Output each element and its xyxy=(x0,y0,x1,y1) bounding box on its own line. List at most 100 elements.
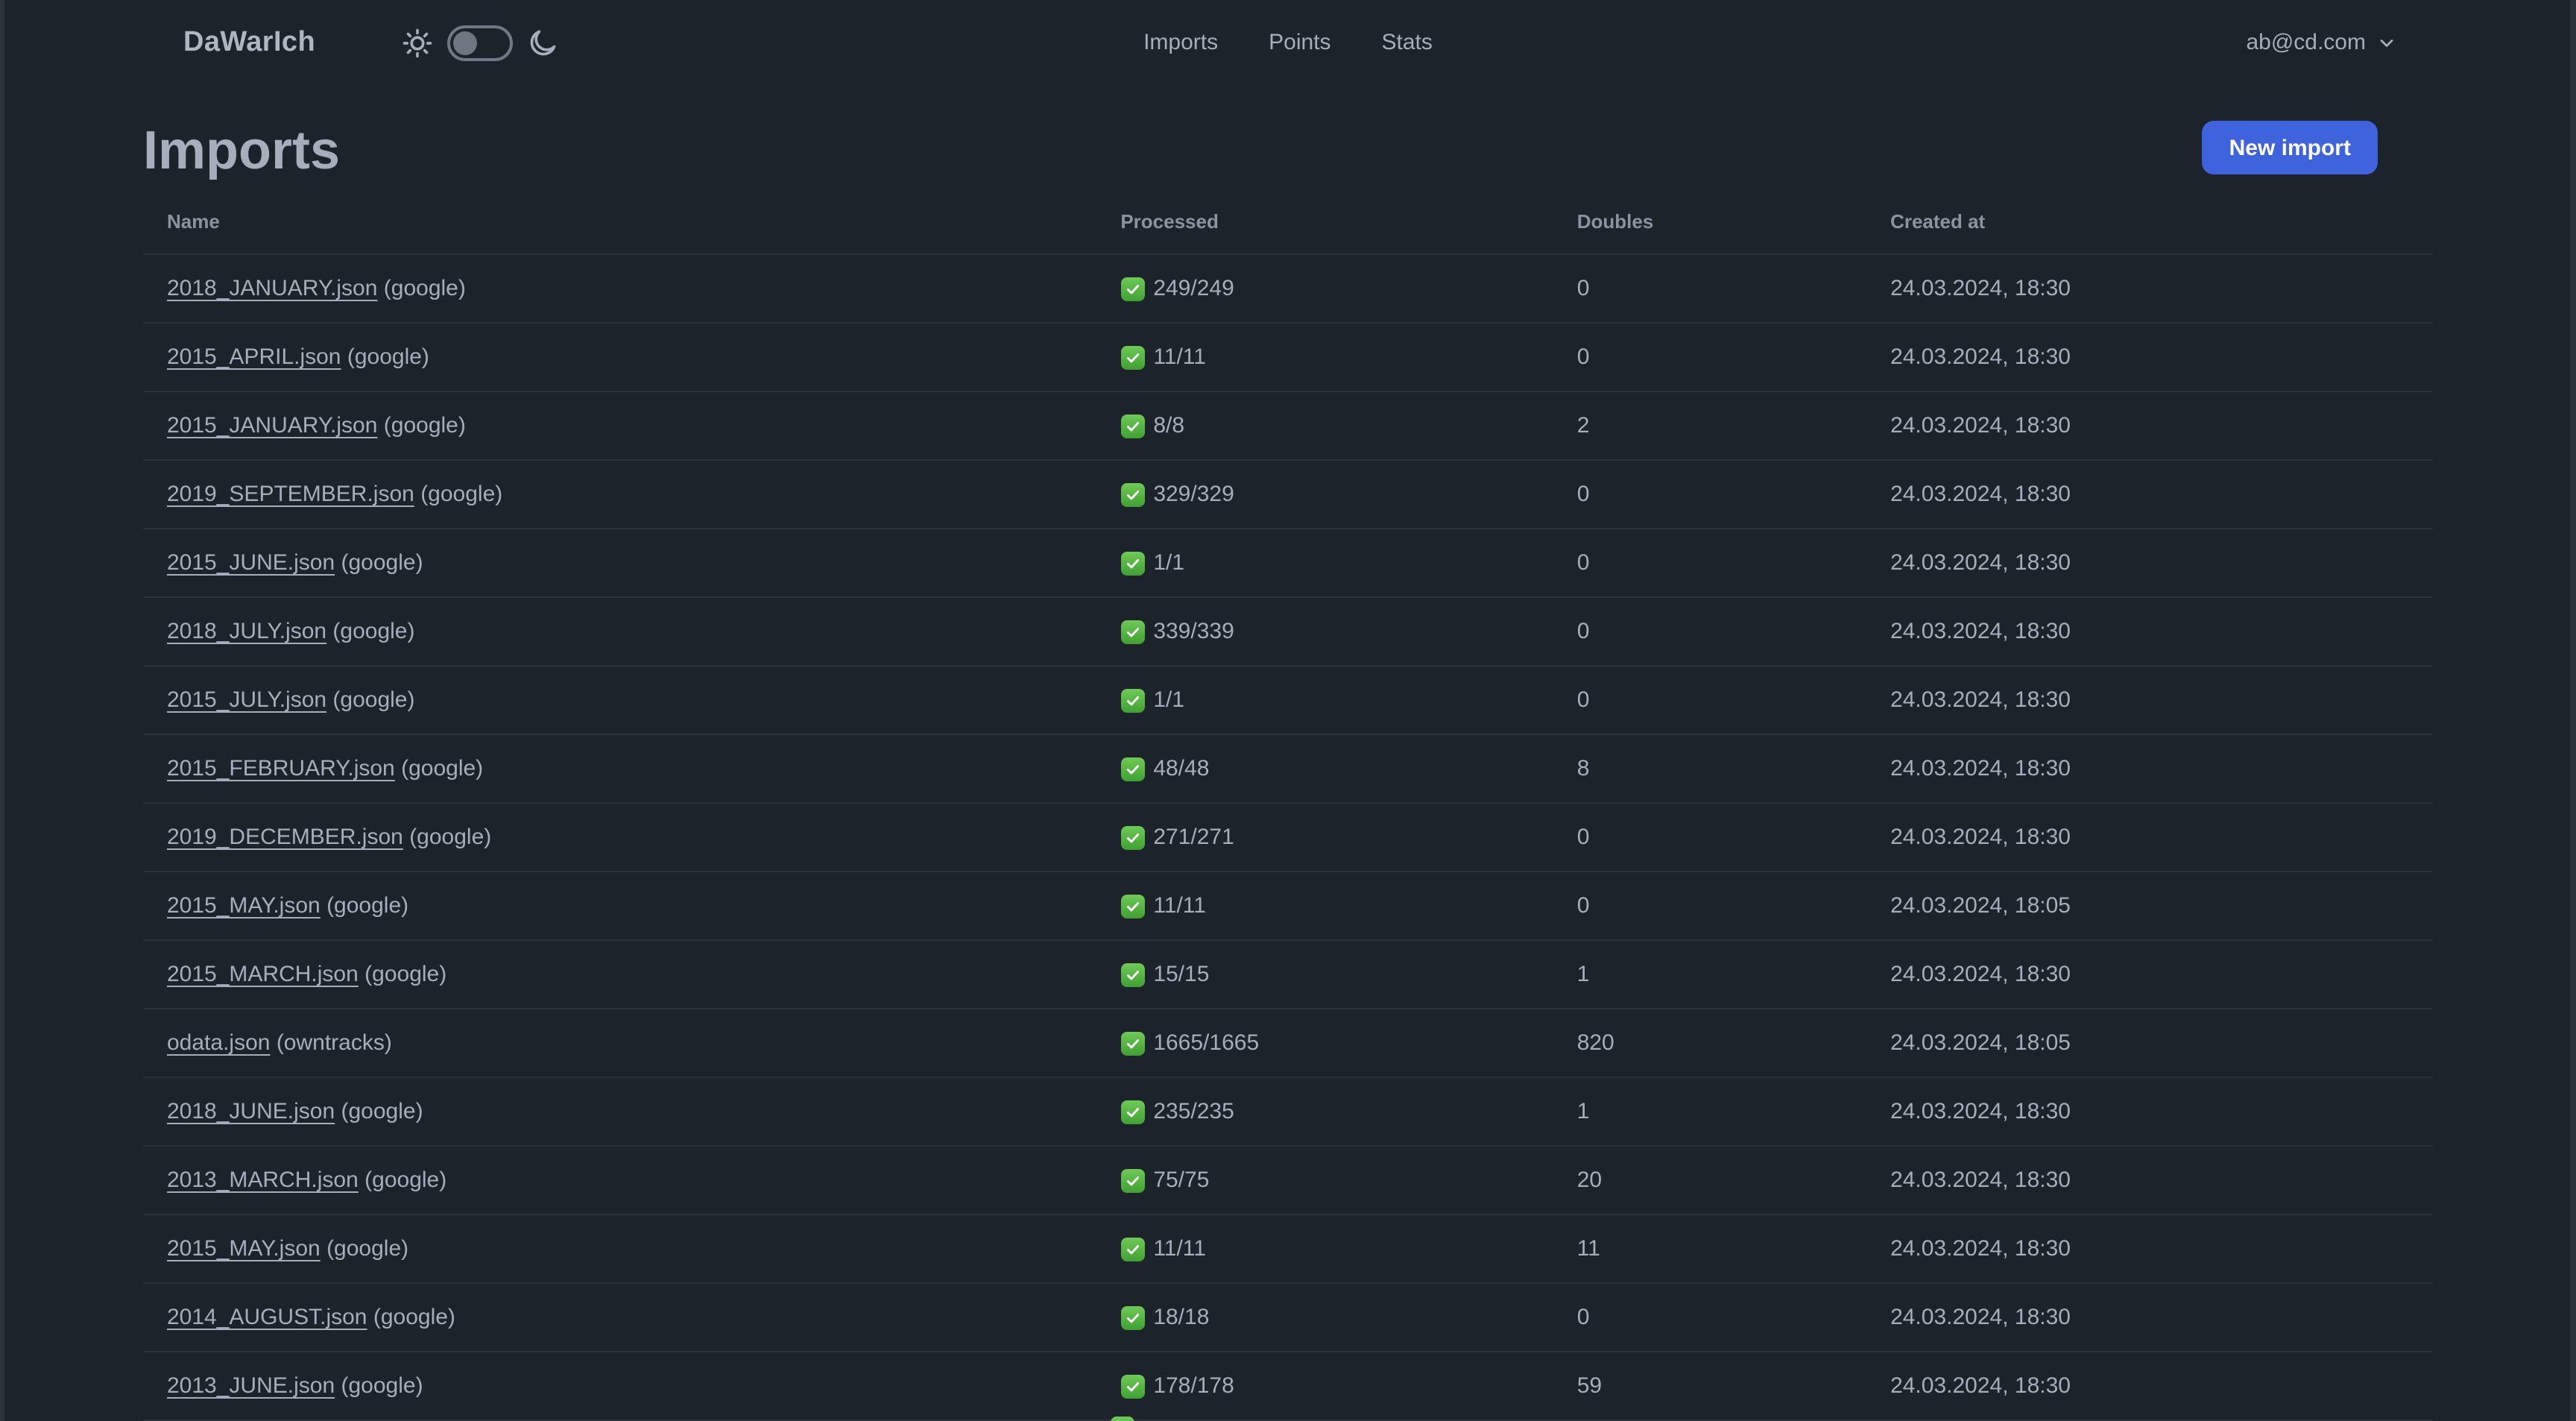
processed-count: 329/329 xyxy=(1153,482,1234,507)
created-at-cell: 24.03.2024, 18:30 xyxy=(1866,597,2433,667)
window-right-edge xyxy=(2570,0,2576,1421)
name-cell: 2018_JANUARY.json (google) xyxy=(143,254,1097,324)
chevron-down-icon xyxy=(2376,32,2397,53)
created-at-cell: 24.03.2024, 18:30 xyxy=(1866,734,2433,804)
processed-cell: 1/1 xyxy=(1096,666,1553,735)
status-check-icon xyxy=(1120,1374,1145,1398)
user-menu[interactable]: ab@cd.com xyxy=(2246,0,2397,85)
doubles-cell: 1 xyxy=(1553,1077,1867,1147)
created-at-cell: 24.03.2024, 18:30 xyxy=(1866,391,2433,461)
table-row: odata.json (owntracks) 1665/1665 820 24.… xyxy=(143,1009,2433,1078)
import-file-link[interactable]: 2018_JANUARY.json xyxy=(167,276,377,301)
import-file-link[interactable]: 2015_MAY.json xyxy=(167,1236,321,1261)
import-source-label: (owntracks) xyxy=(276,1030,392,1056)
import-file-link[interactable]: 2018_JUNE.json xyxy=(167,1099,335,1124)
import-source-label: (google) xyxy=(332,619,415,644)
status-check-icon xyxy=(1120,1237,1145,1261)
name-cell: 2015_MAY.json (google) xyxy=(143,872,1097,941)
table-row: 2015_JULY.json (google) 1/1 0 24.03.2024… xyxy=(143,666,2433,735)
created-at-cell: 24.03.2024, 18:30 xyxy=(1866,1214,2433,1284)
column-header-doubles: Doubles xyxy=(1553,201,1867,255)
sun-icon xyxy=(400,26,433,59)
created-at-cell: 24.03.2024, 18:30 xyxy=(1866,1077,2433,1147)
theme-toggle-knob xyxy=(452,31,477,54)
nav-item-stats[interactable]: Stats xyxy=(1382,29,1433,56)
app-logo[interactable]: DaWarIch xyxy=(183,26,315,59)
import-file-link[interactable]: 2015_MARCH.json xyxy=(167,962,359,987)
name-cell: 2014_AUGUST.json (google) xyxy=(143,1283,1097,1352)
nav-item-imports[interactable]: Imports xyxy=(1143,29,1218,56)
doubles-cell: 0 xyxy=(1553,597,1867,667)
processed-count: 8/8 xyxy=(1153,413,1185,438)
import-file-link[interactable]: 2015_JULY.json xyxy=(167,687,326,713)
nav-item-points[interactable]: Points xyxy=(1269,29,1330,56)
name-cell: 2019_SEPTEMBER.json (google) xyxy=(143,460,1097,529)
processed-count: 11/11 xyxy=(1153,1236,1206,1261)
table-row: 2018_JUNE.json (google) 235/235 1 24.03.… xyxy=(143,1077,2433,1147)
name-cell: 2015_FEBRUARY.json (google) xyxy=(143,734,1097,804)
import-source-label: (google) xyxy=(341,1099,423,1124)
table-row: 2014_AUGUST.json (google) 18/18 0 24.03.… xyxy=(143,1283,2433,1352)
doubles-cell: 1 xyxy=(1553,940,1867,1009)
doubles-cell: 0 xyxy=(1553,666,1867,735)
processed-cell: 178/178 xyxy=(1096,1352,1553,1421)
navbar: DaWarIch Imports Points Stats ab@cd.com xyxy=(0,0,2576,85)
status-check-icon xyxy=(1120,620,1145,643)
import-file-link[interactable]: 2019_SEPTEMBER.json xyxy=(167,482,414,507)
import-file-link[interactable]: 2015_APRIL.json xyxy=(167,344,341,370)
processed-count: 15/15 xyxy=(1153,962,1210,987)
created-at-cell: 24.03.2024, 18:30 xyxy=(1866,666,2433,735)
import-file-link[interactable]: 2013_JUNE.json xyxy=(167,1373,335,1399)
name-cell: 2018_JUNE.json (google) xyxy=(143,1077,1097,1147)
import-file-link[interactable]: 2018_JULY.json xyxy=(167,619,326,644)
status-check-icon xyxy=(1120,482,1145,506)
name-cell: 2013_MARCH.json (google) xyxy=(143,1146,1097,1215)
user-email: ab@cd.com xyxy=(2246,30,2366,55)
import-source-label: (google) xyxy=(341,550,423,576)
processed-cell: 15/15 xyxy=(1096,940,1553,1009)
column-header-processed: Processed xyxy=(1096,201,1553,255)
processed-count: 75/75 xyxy=(1153,1168,1210,1193)
created-at-cell: 24.03.2024, 18:30 xyxy=(1866,460,2433,529)
import-file-link[interactable]: odata.json xyxy=(167,1030,270,1056)
table-row: 2015_FEBRUARY.json (google) 48/48 8 24.0… xyxy=(143,734,2433,804)
doubles-cell: 0 xyxy=(1553,254,1867,324)
status-check-icon xyxy=(1120,825,1145,849)
processed-cell: 11/11 xyxy=(1096,872,1553,941)
name-cell: 2015_APRIL.json (google) xyxy=(143,323,1097,392)
moon-icon xyxy=(525,26,558,59)
doubles-cell: 59 xyxy=(1553,1352,1867,1421)
processed-count: 11/11 xyxy=(1153,893,1206,919)
page-header: Imports New import xyxy=(143,120,2433,180)
processed-cell: 75/75 xyxy=(1096,1146,1553,1215)
import-file-link[interactable]: 2015_JUNE.json xyxy=(167,550,335,576)
import-file-link[interactable]: 2019_DECEMBER.json xyxy=(167,825,403,850)
window-left-edge xyxy=(0,0,4,1421)
table-row: 2015_JANUARY.json (google) 8/8 2 24.03.2… xyxy=(143,391,2433,461)
created-at-cell: 24.03.2024, 18:30 xyxy=(1866,1352,2433,1421)
import-file-link[interactable]: 2015_FEBRUARY.json xyxy=(167,756,395,781)
status-check-icon xyxy=(1120,962,1145,986)
status-check-icon xyxy=(1120,345,1145,369)
table-header-row: Name Processed Doubles Created at xyxy=(143,201,2433,255)
processed-count: 235/235 xyxy=(1153,1099,1234,1124)
created-at-cell: 24.03.2024, 18:30 xyxy=(1866,1283,2433,1352)
import-source-label: (google) xyxy=(420,482,503,507)
new-import-button[interactable]: New import xyxy=(2202,121,2378,174)
import-file-link[interactable]: 2015_JANUARY.json xyxy=(167,413,377,438)
table-row: 2015_APRIL.json (google) 11/11 0 24.03.2… xyxy=(143,323,2433,392)
nav-menu: Imports Points Stats xyxy=(1143,0,1433,85)
name-cell: odata.json (owntracks) xyxy=(143,1009,1097,1078)
import-file-link[interactable]: 2013_MARCH.json xyxy=(167,1168,359,1193)
theme-toggle[interactable] xyxy=(446,25,513,60)
import-file-link[interactable]: 2015_MAY.json xyxy=(167,893,321,919)
status-check-icon xyxy=(1120,688,1145,712)
created-at-cell: 24.03.2024, 18:30 xyxy=(1866,1146,2433,1215)
status-check-icon xyxy=(1120,1100,1145,1124)
status-check-icon xyxy=(1120,277,1145,300)
import-file-link[interactable]: 2014_AUGUST.json xyxy=(167,1305,367,1330)
status-check-icon xyxy=(1120,1305,1145,1329)
table-row: 2019_SEPTEMBER.json (google) 329/329 0 2… xyxy=(143,460,2433,529)
status-check-icon xyxy=(1120,1031,1145,1055)
status-check-icon xyxy=(1120,894,1145,918)
